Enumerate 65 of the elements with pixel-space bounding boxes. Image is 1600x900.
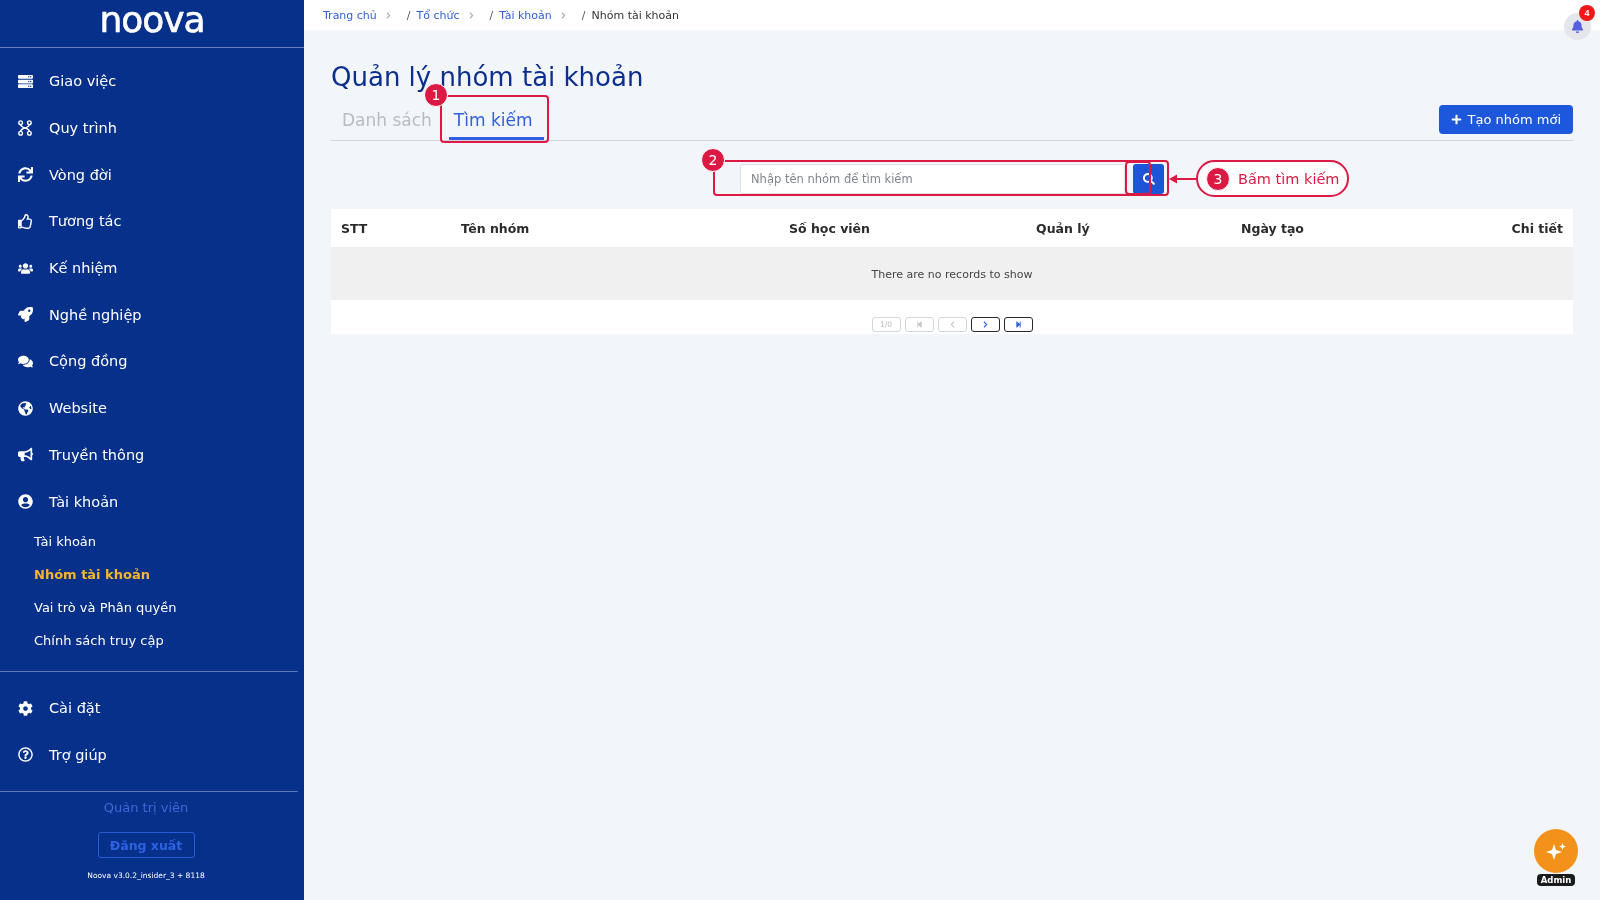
megaphone-icon [17,447,33,463]
nav-item[interactable]: Cài đặt [0,684,304,732]
nav-item[interactable]: Tương tác [0,198,304,245]
step-badge: 2 [701,148,725,172]
callout-text: Bấm tìm kiếm [1238,170,1340,187]
submenu-item[interactable]: Vai trò và Phân quyền [0,590,304,624]
bell-icon [1571,20,1584,33]
admin-label: Admin [1536,874,1576,886]
search-field[interactable]: Nhập tên nhóm để tìm kiếm [740,164,1125,194]
column-header: Ngày tạo [1241,220,1304,236]
breadcrumb-separator: / [581,8,586,22]
nav-item[interactable]: Kế nhiệm [0,244,304,292]
nav-item[interactable]: Nghề nghiệp [0,291,304,339]
nav-item[interactable]: Giao việc [0,58,304,105]
logo: noova [99,1,205,38]
column-header: Quản lý [1036,220,1090,236]
submenu-item[interactable]: Tài khoản [0,524,304,558]
nav-item[interactable]: Trợ giúp [0,731,304,779]
nav-item[interactable]: Website [0,384,304,432]
sync-icon [17,167,33,183]
rocket-icon [17,307,33,323]
nav-item[interactable]: Cộng đồng [0,338,304,385]
nav-item[interactable]: Truyền thông [0,431,304,479]
submenu-item[interactable]: Chính sách truy cập [0,623,304,657]
tab[interactable]: Tìm kiếm [448,99,544,140]
server-icon [17,73,33,89]
breadcrumb-link[interactable]: Tổ chức [416,8,460,22]
nav-item[interactable]: Tài khoản [0,478,304,525]
nav-item[interactable]: Vòng đời [0,151,304,199]
column-header: Tên nhóm [461,220,530,236]
search-button[interactable] [1133,164,1164,194]
help-icon [17,747,33,763]
empty-message: There are no records to show [871,268,1033,281]
nav-item[interactable]: Quy trình [0,104,304,152]
chevron-right-icon [384,11,392,19]
chevron-right-icon [559,11,567,19]
sparkle-icon [1546,842,1566,860]
thumbs-up-icon [17,213,33,229]
chevron-right-icon [467,11,475,19]
notification-badge: 4 [1579,5,1595,21]
nodes-icon [18,120,32,137]
step-badge: 3 [1206,166,1230,191]
submenu-item[interactable]: Nhóm tài khoản [0,557,304,591]
chevron-right-icon [981,321,989,328]
create-group-button[interactable]: Tạo nhóm mới [1438,105,1573,134]
settings-icon [17,700,33,716]
column-header: STT [341,220,368,236]
step-backward-icon [915,321,923,328]
step-forward-icon [1014,321,1022,328]
chevron-left-icon [948,321,956,328]
column-header: Chi tiết [1511,220,1563,236]
chat-bubbles-icon [17,353,33,369]
globe-icon [17,400,33,416]
search-icon [1142,173,1155,185]
next-page-button[interactable] [970,317,1000,332]
breadcrumb-link[interactable]: Trang chủ [323,8,377,22]
breadcrumb-current: Nhóm tài khoản [591,8,680,22]
last-page-button[interactable] [1003,317,1033,332]
user-role: Quản trị viên [103,800,189,817]
breadcrumb-link[interactable]: Tài khoản [499,8,552,22]
breadcrumb-separator: / [489,8,494,22]
plus-icon [1450,114,1462,125]
column-header: Số học viên [789,220,870,236]
users-icon [17,260,33,276]
breadcrumb-separator: / [406,8,411,22]
